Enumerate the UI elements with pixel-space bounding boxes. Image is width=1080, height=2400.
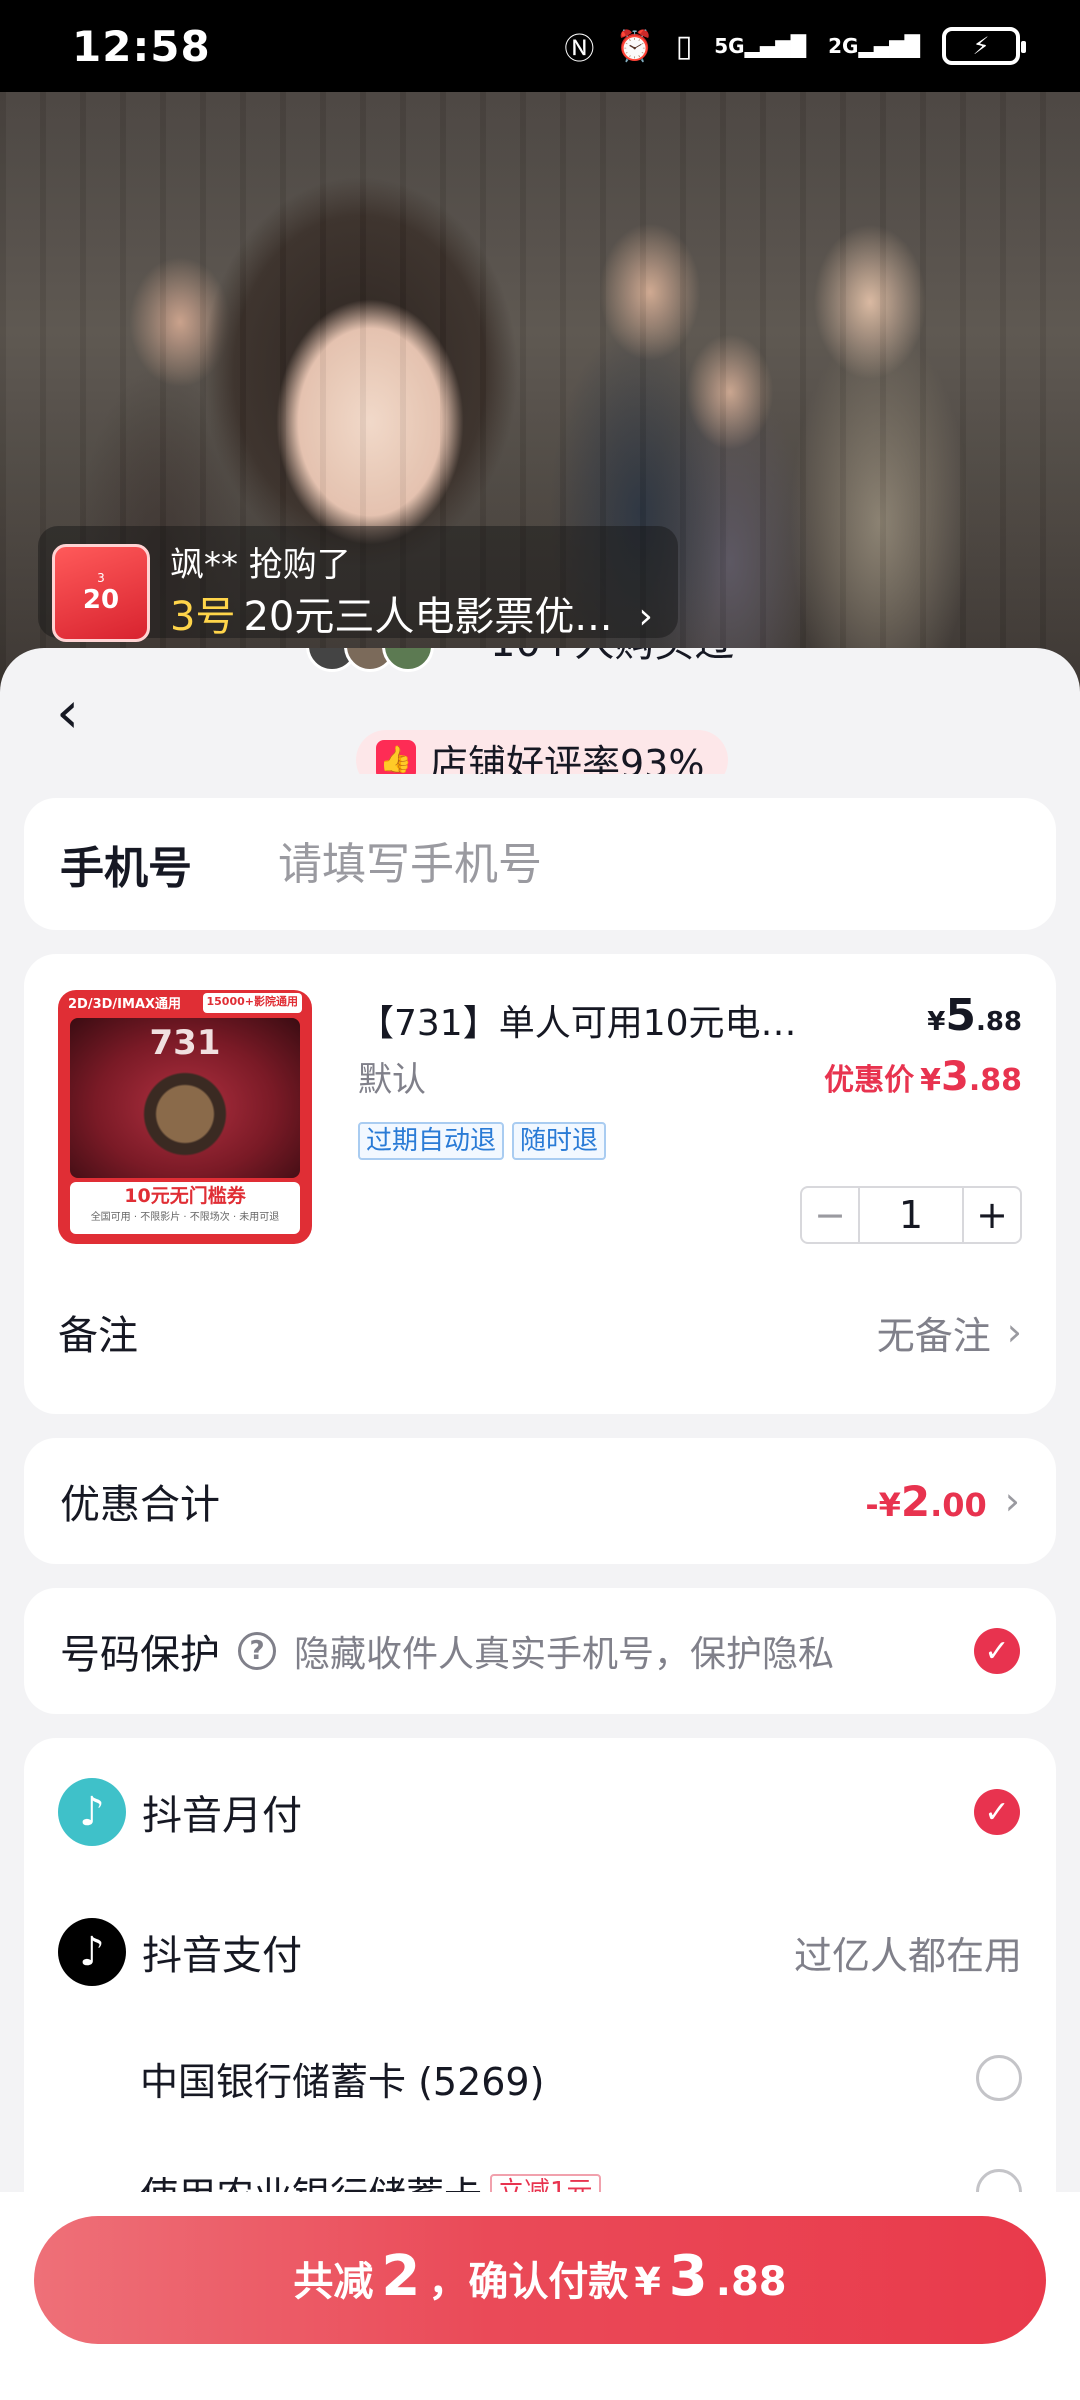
phone-label: 手机号 [60,843,192,894]
ticket-subtitle: 全国可用 · 不限影片 · 不限场次 · 未用可退 [90,1212,280,1223]
toast-text: 飒** 抢购了 3号 20元三人电影票优... › [170,541,653,645]
chevron-right-icon: › [638,596,653,637]
pay-yen: ¥ [634,2260,661,2304]
signal-5g-icon: 5G ▂▄▆█ [714,34,807,58]
product-ticket: 10元无门槛券 全国可用 · 不限影片 · 不限场次 · 未用可退 [70,1182,300,1234]
thumb-price: 20 [82,585,120,615]
image-top-left: 2D/3D/IMAX通用 [68,997,182,1012]
payment-option-douyin-pay[interactable]: ♪ 抖音支付 过亿人都在用 [58,1912,1022,1992]
product-image[interactable]: 2D/3D/IMAX通用 15000+影院通用 731 10元无门槛券 全国可用… [58,990,312,1244]
payment-option-monthly[interactable]: ♪ 抖音月付 ✓ [58,1772,1022,1852]
product-poster: 731 [70,1018,300,1178]
original-price: ¥5.88 [927,990,1022,1041]
sheet-header: ‹ 10+人购买过 👍 店铺好评率93% [0,648,1080,804]
product-tags: 过期自动退 随时退 [358,1122,607,1160]
privacy-description: 隐藏收件人真实手机号，保护隐私 [294,1634,835,1675]
number-protection-row: 号码保护 ? 隐藏收件人真实手机号，保护隐私 ✓ [24,1588,1056,1714]
discount-amount: -¥ 2.00 [865,1477,986,1526]
price-dec: .88 [975,1007,1022,1037]
buyer-avatars [306,648,434,672]
avatar [382,648,434,672]
discount-label: 优惠合计 [60,1482,220,1528]
video-background[interactable]: 3 20 飒** 抢购了 3号 20元三人电影票优... › [0,92,1080,692]
payment-note: 过亿人都在用 [793,1933,1022,1978]
pay-reduce-amount: 2 [381,2244,421,2309]
deal-symbol: ¥ [920,1063,941,1098]
phone-card: 手机号 [24,798,1056,930]
payment-name: 抖音支付 [142,1933,302,1979]
battery-icon: ⚡ [942,27,1026,65]
payment-option-boc-card[interactable]: 中国银行储蓄卡 (5269) [58,2038,1022,2118]
radio-button[interactable] [976,2055,1022,2101]
buyers-count: 10+人购买过 [490,648,734,668]
help-icon[interactable]: ? [238,1632,276,1670]
chevron-right-icon: › [1004,1479,1020,1523]
product-image-header: 2D/3D/IMAX通用 15000+影院通用 [58,990,312,1016]
product-spec: 默认 [358,1060,426,1100]
nfc-icon: Ⓝ [564,32,595,67]
bottom-bar: 共减 2 ，确认付款 ¥ 3 .88 [0,2192,1080,2400]
privacy-label: 号码保护 [60,1632,220,1678]
pay-mid-text: ，确认付款 [428,2259,629,2305]
thumb-badge: 3 [97,571,105,585]
back-icon[interactable]: ‹ [56,683,116,744]
tag-auto-refund: 过期自动退 [358,1122,505,1160]
decrease-button[interactable]: − [802,1188,860,1242]
deal-price: 优惠价 ¥3.88 [824,1054,1022,1100]
confirm-payment-button[interactable]: 共减 2 ，确认付款 ¥ 3 .88 [34,2216,1046,2344]
order-card: 2D/3D/IMAX通用 15000+影院通用 731 10元无门槛券 全国可用… [24,954,1056,1414]
chevron-right-icon: › [1006,1310,1022,1354]
bank-card-name: 中国银行储蓄卡 (5269) [140,2059,545,2104]
discount-dec: .00 [930,1485,987,1524]
phone-input[interactable] [278,838,978,890]
pay-int: 3 [668,2244,708,2309]
payment-name: 抖音月付 [142,1793,302,1839]
price-symbol: ¥ [927,1007,946,1037]
price-int: 5 [945,990,976,1041]
product-title[interactable]: 【731】单人可用10元电影... [358,994,828,1046]
discount-symbol: -¥ [865,1485,901,1524]
remark-text: 无备注 [876,1313,991,1358]
ticket-title: 10元无门槛券 [124,1185,246,1207]
pay-dec: .88 [715,2259,787,2305]
status-time: 12:58 [72,21,211,71]
toast-product-num: 3号 [170,594,236,640]
signal-2g-icon: 2G ▂▄▆█ [828,34,920,58]
checkout-sheet: ‹ 10+人购买过 👍 店铺好评率93% 手机号 2D/3D/IMAX通用 15… [0,648,1080,2400]
status-bar: 12:58 Ⓝ ⏰ ▯ 5G ▂▄▆█ 2G ▂▄▆█ ⚡ [0,0,1080,92]
remark-row[interactable]: 备注 无备注 › [58,1292,1022,1372]
remark-value: 无备注 › [877,1305,1022,1360]
remark-label: 备注 [58,1313,138,1359]
deal-int: 3 [941,1054,969,1100]
increase-button[interactable]: + [962,1188,1020,1242]
tag-refund-anytime: 随时退 [512,1122,607,1160]
alarm-icon: ⏰ [616,28,654,64]
image-top-right: 15000+影院通用 [202,993,302,1013]
deal-dec: .88 [968,1063,1022,1098]
toast-product-name: 20元三人电影票优... [243,594,613,640]
discount-int: 2 [900,1476,931,1526]
toast-product-thumbnail: 3 20 [52,544,150,642]
privacy-checkbox[interactable]: ✓ [974,1628,1020,1674]
status-icons: Ⓝ ⏰ ▯ 5G ▂▄▆█ 2G ▂▄▆█ ⚡ [564,24,1026,68]
discount-row[interactable]: 优惠合计 -¥ 2.00 › [24,1438,1056,1564]
selected-check-icon[interactable]: ✓ [974,1789,1020,1835]
deal-label: 优惠价 [824,1063,915,1098]
quantity-value[interactable]: 1 [860,1188,962,1242]
vibrate-icon: ▯ [675,28,693,64]
toast-user-text: 飒** 抢购了 [170,545,351,585]
douyin-monthly-icon: ♪ [58,1778,126,1846]
quantity-stepper: − 1 + [800,1186,1022,1244]
douyin-pay-icon: ♪ [58,1918,126,1986]
pay-prefix: 共减 [293,2259,374,2305]
toast-product-line: 3号 20元三人电影票优... › [170,589,653,645]
